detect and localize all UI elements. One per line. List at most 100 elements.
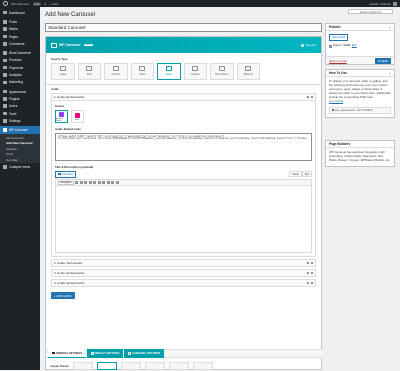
add-audio-button[interactable]: + ADD AUDIO (51, 292, 75, 300)
avatar[interactable] (393, 1, 397, 6)
source-type-external[interactable]: External (236, 62, 260, 80)
video-icon (139, 66, 146, 72)
source-tidal-button[interactable]: Tidal (70, 110, 84, 123)
description-editor[interactable]: Paragraph (55, 179, 312, 254)
layout-preset-option[interactable] (96, 361, 117, 370)
sidebar-item-settings[interactable]: Settings (0, 117, 40, 124)
audio-item-header[interactable]: 1. Audio: Embed Audio (52, 94, 315, 101)
audio-item-3[interactable]: 3. Audio: Embed Audio (51, 269, 316, 278)
copy-icon[interactable] (306, 281, 309, 285)
sidebar-item-tools[interactable]: Tools (0, 110, 40, 117)
embed-code-textarea[interactable]: <iframe width="100%" height="166" scroll… (55, 133, 312, 161)
move-to-trash-link[interactable]: Move to Trash (329, 59, 347, 63)
tab-label: DISPLAY SETTINGS (94, 352, 120, 355)
support-link[interactable]: Support (301, 43, 316, 47)
sidebar-item-marketing[interactable]: Marketing (0, 79, 40, 86)
delete-icon[interactable] (310, 261, 313, 265)
sidebar-item-analytics[interactable]: Analytics (0, 71, 40, 78)
user-greeting[interactable]: Howdy, Shamim (369, 2, 391, 6)
delete-icon[interactable] (310, 271, 313, 275)
copy-icon[interactable] (306, 261, 309, 265)
audio-item-2[interactable]: 2. Audio: Self Hosted (51, 259, 316, 268)
delete-icon[interactable] (310, 95, 313, 99)
align-left-icon[interactable] (97, 181, 101, 185)
sidebar-item-wp-carousel[interactable]: WP Carousel (0, 126, 40, 134)
delete-icon[interactable] (310, 281, 313, 285)
layout-preset-option[interactable] (72, 361, 93, 370)
product-icon (112, 66, 119, 72)
tab-visual[interactable]: Visual (289, 171, 302, 178)
live-badge[interactable]: Live (32, 1, 42, 6)
shortcode-box[interactable]: [sp_wpcarousel id="11038"] (329, 106, 391, 114)
sidebar-item-payments[interactable]: Payments (0, 64, 40, 71)
italic-icon[interactable] (79, 181, 83, 185)
how-to-use-panel: How To Use ▲ To display your carousel, sl… (325, 69, 395, 118)
chevron-up-icon[interactable]: ▲ (389, 72, 391, 75)
sidebar-item-users[interactable]: Users (0, 103, 40, 110)
bold-icon[interactable] (75, 181, 78, 185)
new-content-link[interactable]: + New (50, 2, 59, 6)
copy-icon[interactable] (306, 95, 309, 99)
sidebar-item-pages[interactable]: Pages (0, 33, 40, 40)
publish-actions: Move to Trash Publish (326, 56, 394, 65)
sidebar-item-woocommerce[interactable]: WooCommerce (0, 49, 40, 56)
tab-display-settings[interactable]: DISPLAY SETTINGS (87, 349, 124, 358)
audio-item-title: 3. Audio: Embed Audio (54, 271, 85, 276)
save-draft-button[interactable]: Save Draft (329, 34, 349, 42)
tab-carousel-settings[interactable]: CAROUSEL SETTINGS (124, 349, 165, 358)
source-type-mix-content[interactable]: Mix-Content (210, 62, 234, 80)
tab-general-settings[interactable]: GENERAL SETTINGS (48, 349, 87, 358)
megaphone-icon (3, 80, 7, 85)
blockquote-icon[interactable] (93, 181, 96, 185)
layout-preset-option[interactable] (192, 361, 213, 370)
sidebar-item-appearance[interactable]: Appearance (0, 88, 40, 95)
align-center-icon[interactable] (102, 181, 105, 185)
align-right-icon[interactable] (106, 181, 110, 185)
site-name-link[interactable]: WP Carousel (11, 2, 29, 6)
sidebar-item-media[interactable]: Media (0, 26, 40, 33)
how-to-use-header[interactable]: How To Use ▲ (326, 70, 394, 77)
sidebar-item-label: Plugins (9, 96, 20, 101)
sidebar-item-comments[interactable]: Comments (0, 40, 40, 47)
sidebar-item-dashboard[interactable]: Dashboard (0, 9, 40, 16)
sidebar-item-posts[interactable]: Posts (0, 18, 40, 25)
source-type-image[interactable]: Image (51, 62, 75, 80)
source-type-product[interactable]: Product (104, 62, 128, 80)
source-type-video[interactable]: Video (130, 62, 154, 80)
layout-preset-option[interactable] (168, 361, 189, 370)
sidebar-item-label: Tools (9, 111, 17, 116)
carousel-title-input[interactable]: Standard Carousel (45, 23, 322, 32)
comments-count[interactable]: 0 (44, 2, 46, 6)
source-type-post[interactable]: Post (77, 62, 101, 80)
wordpress-logo-icon[interactable] (3, 1, 8, 6)
sidebar-item-plugins[interactable]: Plugins (0, 95, 40, 102)
layout-preset-option[interactable] (144, 361, 165, 370)
numbered-list-icon[interactable] (88, 181, 92, 185)
collapse-menu-button[interactable]: Collapse menu (0, 163, 40, 170)
layout-preset-option[interactable] (120, 361, 141, 370)
edit-status-link[interactable]: Edit (352, 43, 357, 48)
submenu-get-help[interactable]: Get Help (0, 157, 40, 163)
copy-icon[interactable] (306, 271, 309, 275)
source-embed-audio-button[interactable]: Embed Audio (55, 110, 68, 123)
fullscreen-icon[interactable] (115, 181, 119, 185)
page-builders-header[interactable]: Page Builders (326, 141, 394, 148)
source-type-audio[interactable]: Audio (157, 62, 181, 80)
chevron-up-icon[interactable]: ▲ (389, 26, 391, 29)
status-value: Draft (343, 43, 351, 48)
publish-panel-header[interactable]: Publish ▲ (326, 24, 394, 31)
screen-options-button[interactable]: Screen Options ▾ (348, 9, 393, 14)
copy-icon[interactable] (331, 108, 334, 112)
audio-item-4[interactable]: 4. Audio: Embed Audio (51, 279, 316, 288)
tab-text[interactable]: Text (301, 171, 312, 178)
paragraph-format-select[interactable]: Paragraph (57, 180, 74, 185)
audio-icon (165, 66, 172, 72)
source-type-content[interactable]: Content (183, 62, 207, 80)
tutorial-link[interactable]: see tutorial (329, 99, 391, 104)
add-media-button[interactable]: Add Media (55, 171, 76, 178)
bullet-list-icon[interactable] (84, 181, 87, 185)
publish-button[interactable]: Publish (375, 57, 391, 64)
sidebar-item-label: WP Carousel (9, 128, 28, 133)
link-icon[interactable] (111, 181, 114, 185)
sidebar-item-products[interactable]: Products (0, 57, 40, 64)
